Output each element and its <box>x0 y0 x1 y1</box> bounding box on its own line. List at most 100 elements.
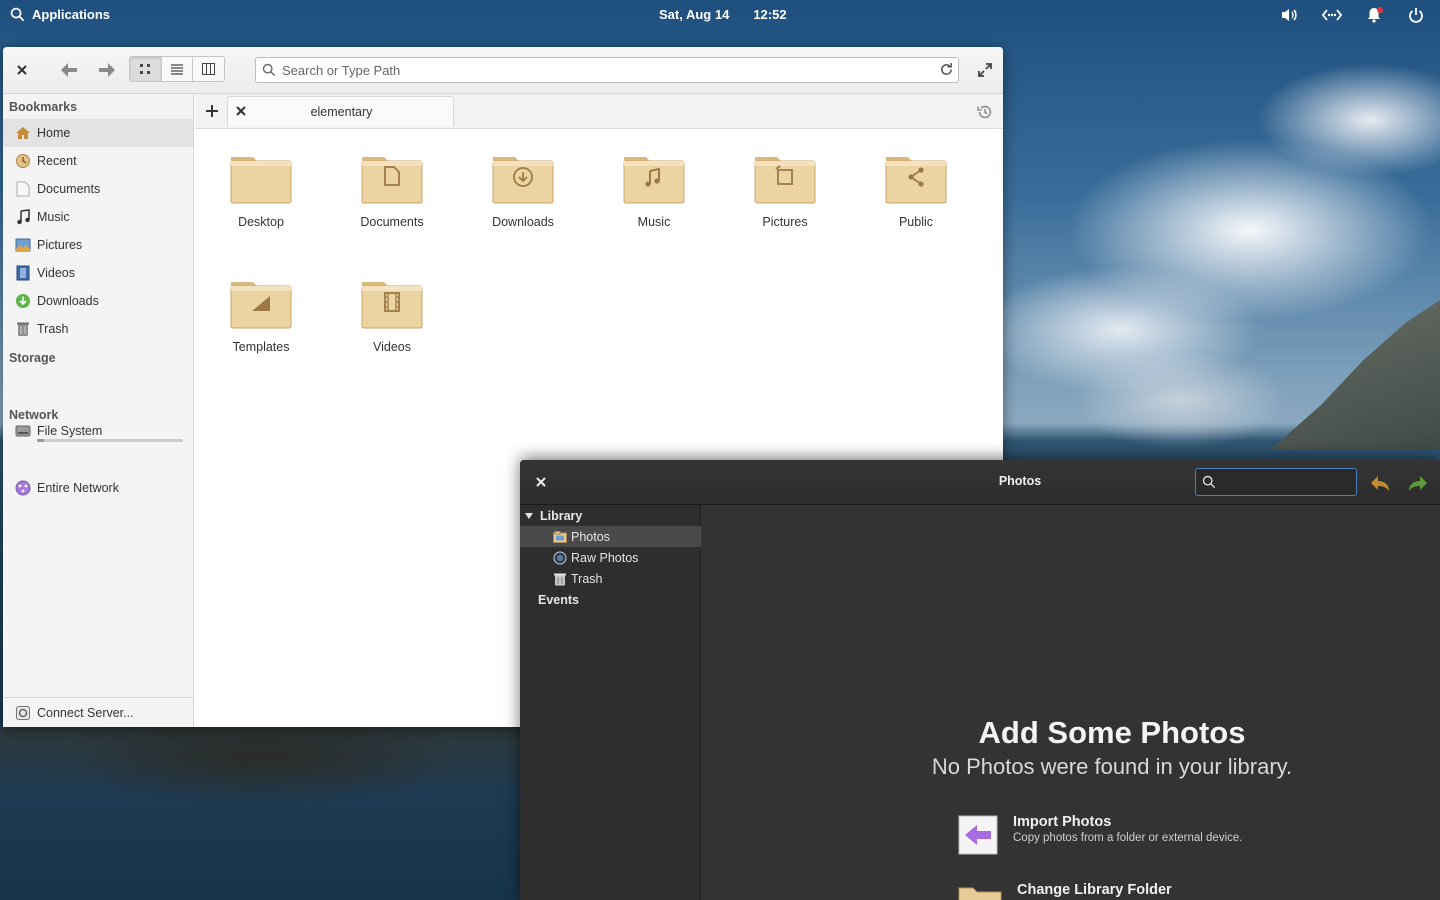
import-photos-description: Copy photos from a folder or external de… <box>1013 832 1243 844</box>
home-icon <box>15 125 31 141</box>
camera-lens-icon <box>553 551 567 565</box>
sidebar-item-raw-photos[interactable]: Raw Photos <box>520 547 701 568</box>
photos-welcome-pane: Add Some Photos No Photos were found in … <box>702 505 1440 900</box>
maximize-button[interactable] <box>975 60 995 80</box>
files-tabbar: elementary <box>195 94 1003 129</box>
folder-desktop[interactable]: Desktop <box>206 151 316 251</box>
forward-button[interactable] <box>95 59 119 81</box>
folder-documents[interactable]: Documents <box>337 151 447 251</box>
folder-icon <box>957 882 1003 900</box>
sidebar-item-pictures[interactable]: Pictures <box>3 231 193 259</box>
sidebar-item-recent[interactable]: Recent <box>3 147 193 175</box>
welcome-subtitle: No Photos were found in your library. <box>931 754 1293 779</box>
sidebar-library-header[interactable]: Library <box>520 505 701 526</box>
sidebar-item-label: Pictures <box>37 238 83 252</box>
arrow-right-icon <box>99 63 115 77</box>
network-heading: Network <box>9 408 59 422</box>
sidebar-item-label: Photos <box>571 529 610 544</box>
photos-window: Photos Library Photos Raw Photos Trash E… <box>520 460 1440 900</box>
sidebar-item-music[interactable]: Music <box>3 203 193 231</box>
bookmarks-heading: Bookmarks <box>9 100 78 114</box>
import-photos-action[interactable]: Import Photos Copy photos from a folder … <box>957 814 1242 856</box>
connect-server-button[interactable]: Connect Server... <box>3 697 193 727</box>
date-label: Sat, Aug 14 <box>659 7 730 22</box>
sidebar-item-home[interactable]: Home <box>3 119 193 147</box>
folder-icon <box>230 282 292 329</box>
tab-elementary[interactable]: elementary <box>227 96 454 127</box>
welcome-title: Add Some Photos <box>978 715 1246 750</box>
photos-search-input[interactable] <box>1222 474 1342 490</box>
change-library-folder-action[interactable]: Change Library Folder <box>957 882 1172 900</box>
folder-label: Public <box>898 215 934 229</box>
storage-usage-bar <box>37 439 183 442</box>
sidebar-item-trash[interactable]: Trash <box>520 568 701 589</box>
recent-icon <box>15 153 31 169</box>
top-panel: Applications Sat, Aug 14 12:52 <box>0 0 1440 30</box>
new-tab-button[interactable] <box>203 102 221 120</box>
folder-icon <box>492 157 554 204</box>
sidebar-item-videos[interactable]: Videos <box>3 259 193 287</box>
folder-pictures[interactable]: Pictures <box>730 151 840 251</box>
folder-downloads[interactable]: Downloads <box>468 151 578 251</box>
location-input[interactable] <box>282 62 912 78</box>
history-icon <box>977 105 992 119</box>
power-icon[interactable] <box>1406 6 1426 24</box>
folder-label: Pictures <box>762 215 808 229</box>
network-wired-icon[interactable] <box>1322 6 1342 24</box>
pictures-icon <box>15 237 31 253</box>
folder-icon <box>885 157 947 204</box>
sidebar-item-trash[interactable]: Trash <box>3 315 193 343</box>
undo-button[interactable] <box>1368 472 1392 494</box>
downloads-icon <box>15 293 31 309</box>
sidebar-item-label: Trash <box>571 571 603 586</box>
volume-icon[interactable] <box>1280 6 1300 24</box>
folder-music[interactable]: Music <box>599 151 709 251</box>
tab-label: elementary <box>310 105 373 119</box>
folder-label: Music <box>637 215 671 229</box>
music-icon <box>15 209 31 225</box>
closed-tabs-history-button[interactable] <box>975 102 995 122</box>
list-view-button[interactable] <box>162 57 194 81</box>
icon-view-button[interactable] <box>130 57 162 81</box>
notification-badge <box>1377 7 1383 13</box>
sidebar-events-header[interactable]: Events <box>520 589 701 610</box>
list-icon <box>171 64 183 75</box>
folder-public[interactable]: Public <box>861 151 971 251</box>
sidebar-item-label: Documents <box>37 182 101 196</box>
sidebar-item-label: Home <box>37 126 71 140</box>
sidebar-item-documents[interactable]: Documents <box>3 175 193 203</box>
redo-button[interactable] <box>1406 472 1430 494</box>
wallpaper-rocks <box>0 727 520 900</box>
location-bar[interactable] <box>255 57 959 83</box>
datetime-indicator[interactable]: Sat, Aug 14 12:52 <box>659 7 787 22</box>
videos-icon <box>15 265 31 281</box>
storage-heading: Storage <box>9 351 56 365</box>
library-heading: Library <box>540 508 583 523</box>
folder-templates[interactable]: Templates <box>206 276 316 376</box>
reload-button[interactable] <box>939 62 954 80</box>
sidebar-item-label: Trash <box>37 322 69 336</box>
notifications-icon[interactable] <box>1364 6 1384 24</box>
folder-videos[interactable]: Videos <box>337 276 447 376</box>
grid-icon <box>140 64 151 74</box>
storage-usage-fill <box>37 439 45 442</box>
column-view-button[interactable] <box>193 57 224 81</box>
trash-icon <box>15 321 31 337</box>
sidebar-item-entire-network[interactable]: Entire Network <box>3 474 193 502</box>
connect-server-label: Connect Server... <box>37 705 134 720</box>
time-label: 12:52 <box>753 7 787 22</box>
folder-icon <box>361 282 423 329</box>
folder-label: Documents <box>360 215 424 229</box>
close-window-button[interactable] <box>13 61 31 79</box>
folder-icon <box>361 157 423 204</box>
expander-down-icon <box>525 512 533 519</box>
trash-icon <box>553 572 567 586</box>
network-globe-icon <box>15 480 31 496</box>
sidebar-item-downloads[interactable]: Downloads <box>3 287 193 315</box>
back-button[interactable] <box>57 59 81 81</box>
applications-menu[interactable]: Applications <box>10 7 110 22</box>
folder-label: Desktop <box>238 215 284 229</box>
sidebar-item-photos[interactable]: Photos <box>520 526 701 547</box>
document-icon <box>15 181 31 197</box>
photos-search-box[interactable] <box>1195 468 1357 496</box>
